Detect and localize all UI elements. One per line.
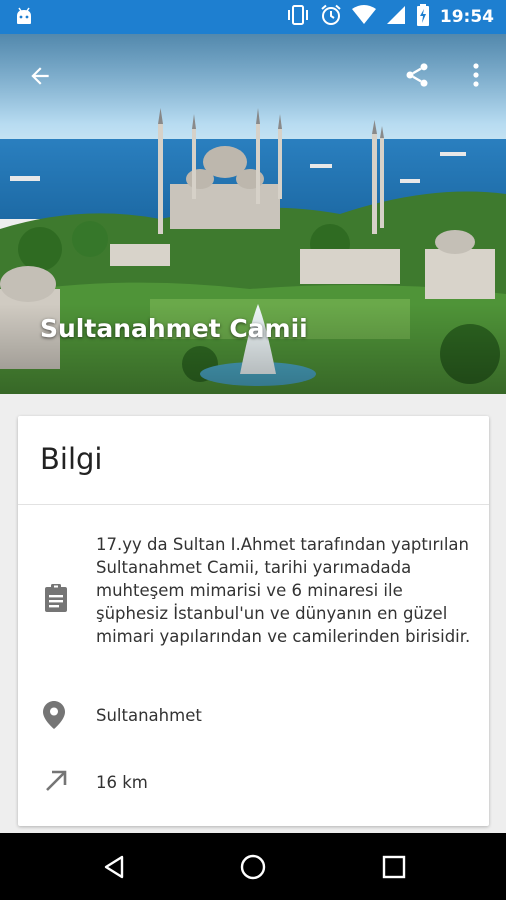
clipboard-icon — [43, 583, 69, 617]
status-time: 19:54 — [439, 7, 494, 27]
more-options-button[interactable] — [458, 56, 494, 94]
nav-home-icon — [240, 854, 266, 880]
nav-back-button[interactable] — [96, 849, 132, 885]
arrow-up-right-icon — [43, 768, 69, 798]
back-button[interactable] — [22, 58, 58, 94]
vibrate-icon — [286, 4, 310, 30]
nav-recents-icon — [382, 855, 406, 879]
nav-home-button[interactable] — [235, 849, 271, 885]
signal-icon — [386, 5, 406, 29]
location-pin-icon — [43, 701, 65, 733]
wifi-icon — [351, 5, 376, 29]
alarm-icon — [320, 4, 342, 30]
card-divider — [18, 504, 489, 505]
location-text: Sultanahmet — [96, 706, 202, 725]
place-title: Sultanahmet Camii — [40, 314, 308, 343]
battery-charging-icon — [416, 4, 430, 30]
arrow-back-icon — [31, 67, 49, 85]
android-icon — [14, 7, 34, 31]
card-title: Bilgi — [40, 442, 103, 476]
share-icon — [406, 63, 428, 87]
status-bar: 19:54 — [0, 0, 506, 34]
nav-recents-button[interactable] — [376, 849, 412, 885]
distance-text: 16 km — [96, 773, 148, 792]
description-text: 17.yy da Sultan I.Ahmet tarafından yaptı… — [96, 535, 471, 646]
navigation-bar — [0, 833, 506, 900]
more-vert-icon — [473, 63, 479, 87]
share-button[interactable] — [398, 56, 436, 94]
info-card: Bilgi 17.yy da Sultan I.Ahmet tarafından… — [18, 416, 489, 826]
nav-back-icon — [104, 855, 124, 879]
hero-image: Sultanahmet Camii — [0, 34, 506, 394]
